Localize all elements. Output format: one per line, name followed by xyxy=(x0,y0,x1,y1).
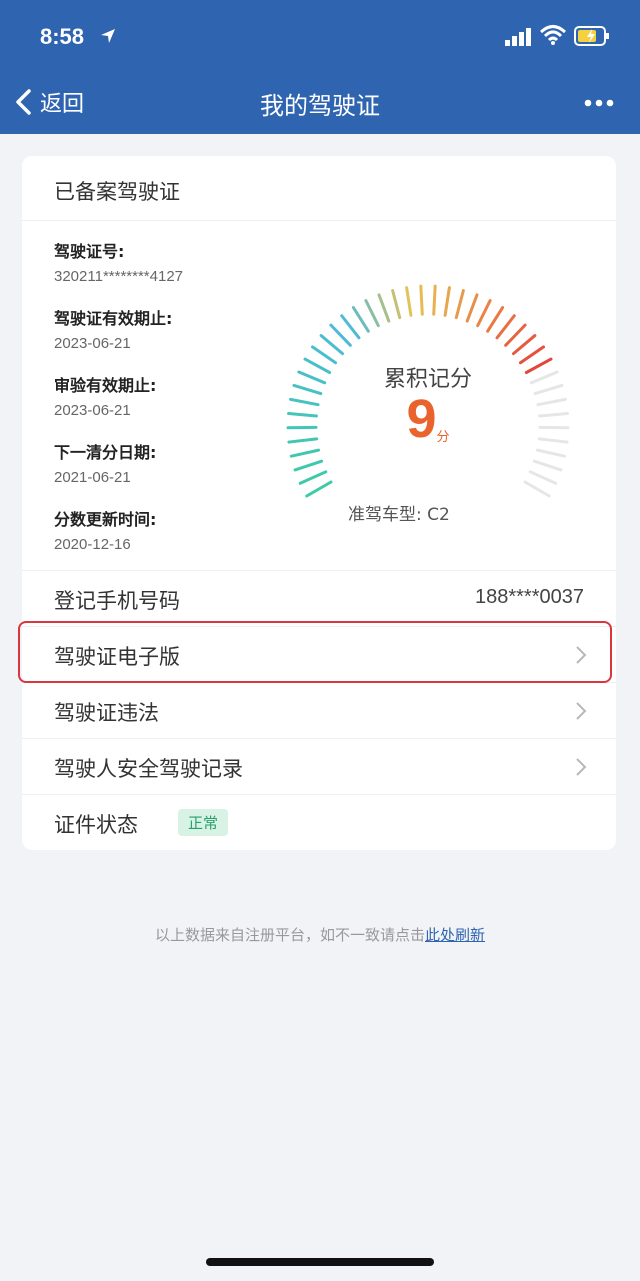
status-bar: 8:58 xyxy=(0,0,640,70)
footer-note: 以上数据来自注册平台，如不一致请点击此处刷新 xyxy=(0,924,640,945)
phone-label: 登记手机号码 xyxy=(54,589,180,613)
info-value: 2020-12-16 xyxy=(54,536,131,553)
location-arrow-icon xyxy=(101,29,115,43)
license-expiry-item: 驾驶证有效期止: 2023-06-21 xyxy=(54,305,172,352)
status-time: 8:58 xyxy=(40,24,85,49)
review-expiry-item: 审验有效期止: 2023-06-21 xyxy=(54,372,156,419)
score-value: 9 xyxy=(406,389,437,449)
license-number-item: 驾驶证号: 320211********4127 xyxy=(54,238,183,285)
safety-record-label: 驾驶人安全驾驶记录 xyxy=(54,757,243,781)
card-title: 已备案驾驶证 xyxy=(54,180,180,204)
gauge-tick xyxy=(298,470,328,485)
info-label: 分数更新时间: xyxy=(54,510,157,529)
chevron-right-icon xyxy=(576,702,587,720)
info-value: 2023-06-21 xyxy=(54,402,131,419)
gauge-tick xyxy=(476,299,492,328)
violation-row[interactable]: 驾驶证违法 xyxy=(22,682,616,738)
info-label: 驾驶证有效期止: xyxy=(54,309,173,328)
gauge-tick xyxy=(364,299,380,328)
gauge-tick xyxy=(351,306,370,333)
gauge-tick xyxy=(443,286,451,317)
highlight-outline xyxy=(18,621,612,683)
vehicle-type: 准驾车型: C2 xyxy=(348,505,450,525)
gauge-tick xyxy=(391,289,402,320)
card-header: 已备案驾驶证 xyxy=(22,156,616,221)
gauge-tick xyxy=(305,480,333,498)
wifi-icon xyxy=(540,25,566,45)
navigation-bar: 返回 我的驾驶证 xyxy=(0,70,640,134)
gauge-tick xyxy=(504,323,527,347)
gauge-tick xyxy=(405,286,413,317)
license-card: 已备案驾驶证 驾驶证号: 320211********4127 驾驶证有效期止:… xyxy=(22,156,616,850)
gauge-tick xyxy=(293,459,324,472)
gauge-tick xyxy=(454,289,465,320)
phone-value: 188****0037 xyxy=(475,586,584,608)
gauge-tick xyxy=(465,293,479,323)
info-label: 下一清分日期: xyxy=(54,443,157,462)
gauge-tick xyxy=(523,480,551,498)
refresh-link[interactable]: 此处刷新 xyxy=(425,926,485,944)
gauge-tick xyxy=(532,459,563,472)
info-value: 2023-06-21 xyxy=(54,335,131,352)
info-value: 2021-06-21 xyxy=(54,469,131,486)
gauge-tick xyxy=(486,306,505,333)
gauge-tick xyxy=(528,470,558,485)
gauge-tick xyxy=(495,314,516,340)
next-clear-date-item: 下一清分日期: 2021-06-21 xyxy=(54,439,156,486)
more-dots-icon xyxy=(584,99,614,107)
gauge-tick xyxy=(329,323,352,347)
status-row: 证件状态 正常 xyxy=(22,794,616,850)
score-unit: 分 xyxy=(436,430,450,446)
gauge-tick xyxy=(319,334,345,356)
page-title: 我的驾驶证 xyxy=(260,92,380,120)
score-update-time-item: 分数更新时间: 2020-12-16 xyxy=(54,506,156,553)
info-label: 驾驶证号: xyxy=(54,242,125,261)
gauge-tick xyxy=(289,448,321,458)
violation-label: 驾驶证违法 xyxy=(54,701,159,725)
footer-text: 以上数据来自注册平台，如不一致请点击 xyxy=(154,926,425,944)
gauge-tick xyxy=(535,448,567,458)
status-label: 证件状态 xyxy=(54,813,138,837)
gauge-tick xyxy=(419,284,424,316)
home-indicator xyxy=(206,1258,434,1266)
safety-record-row[interactable]: 驾驶人安全驾驶记录 xyxy=(22,738,616,794)
phone-row: 登记手机号码 188****0037 xyxy=(22,570,616,626)
battery-charging-icon xyxy=(574,26,609,46)
chevron-right-icon xyxy=(576,758,587,776)
more-button[interactable] xyxy=(584,88,614,118)
cellular-signal-icon xyxy=(505,28,531,46)
info-value: 320211********4127 xyxy=(54,268,184,285)
gauge-tick xyxy=(377,293,391,323)
score-display: 9分 xyxy=(278,388,578,450)
gauge-tick xyxy=(511,334,537,356)
gauge-tick xyxy=(340,314,361,340)
info-label: 审验有效期止: xyxy=(54,376,157,395)
gauge-tick xyxy=(432,284,437,316)
status-badge: 正常 xyxy=(178,809,229,836)
